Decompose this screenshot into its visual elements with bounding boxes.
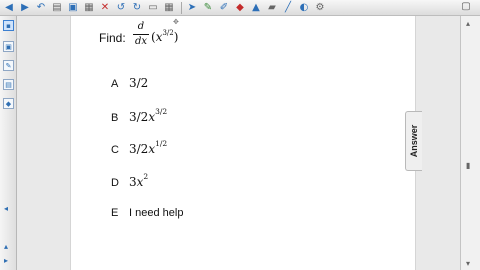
choice-expression: 3/2x3/2 (129, 107, 167, 124)
arrow-right-small-icon[interactable]: ▸ (4, 256, 8, 265)
properties-panel-icon[interactable]: ▤ (3, 79, 14, 90)
highlighter-icon[interactable]: ✐ (217, 1, 231, 14)
gallery-icon[interactable]: ▣ (3, 41, 14, 52)
expression-exponent: 3/2 (162, 29, 174, 37)
arrow-left-icon[interactable]: ◀ (2, 1, 16, 14)
scroll-thumb-icon[interactable]: ▮ (466, 161, 470, 170)
scroll-up-icon[interactable]: ▴ (466, 19, 470, 28)
move-handle-icon[interactable]: ✥ (173, 18, 179, 26)
choice-prefix: 3/2 (129, 142, 149, 156)
line-icon[interactable]: ╱ (281, 1, 295, 14)
choice-text: I need help (129, 207, 184, 219)
reply-icon[interactable]: ↶ (34, 1, 48, 14)
select-icon[interactable]: ➤ (185, 1, 199, 14)
toolbar-collapse-icon[interactable]: ▢ (460, 1, 472, 14)
paste-icon[interactable]: ▦ (82, 1, 96, 14)
choice-b[interactable]: B 3/2x3/2 (111, 107, 167, 124)
attachments-icon[interactable]: ✎ (3, 60, 14, 71)
page-sorter-icon[interactable]: ▪ (3, 20, 14, 31)
table-icon[interactable]: ▦ (162, 1, 176, 14)
derivative-operator: d dx (133, 22, 149, 47)
choice-expression: 3x2 (129, 172, 148, 189)
redo-icon[interactable]: ↻ (130, 1, 144, 14)
left-sidebar: ▪ ▣ ✎ ▤ ◆ ◂ ▴ ▸ (0, 16, 17, 270)
scroll-left-icon[interactable]: ◂ (4, 204, 8, 213)
text-icon[interactable]: ▲ (249, 1, 263, 14)
expression-close-paren: ) (173, 30, 179, 44)
properties-icon[interactable]: ⚙ (313, 1, 327, 14)
choice-c[interactable]: C 3/2x1/2 (111, 139, 167, 156)
question-label: Find: (99, 31, 126, 45)
whiteboard-page[interactable]: Find: d dx (x3/2) ✥ A 3/2 B 3/2x3/2 C 3/… (70, 16, 416, 270)
main-toolbar: ◀ ▶ ↶ ▤ ▣ ▦ ✕ ↺ ↻ ▭ ▦ ➤ ✎ ✐ ◆ ▲ ▰ ╱ ◐ ⚙ … (0, 0, 480, 16)
question-expression: (x3/2) (151, 29, 178, 44)
choice-letter: E (111, 207, 119, 219)
undo-icon[interactable]: ↺ (114, 1, 128, 14)
choice-prefix: 3 (129, 175, 137, 189)
choice-text: 3/2 (129, 76, 149, 90)
choice-exponent: 2 (143, 172, 149, 181)
delete-icon[interactable]: ✕ (98, 1, 112, 14)
arrow-up-icon[interactable]: ▴ (4, 242, 8, 251)
choice-exponent: 1/2 (155, 139, 168, 148)
right-scrollbar[interactable]: ▴ ▮ ▾ (460, 16, 480, 270)
choice-d[interactable]: D 3x2 (111, 172, 148, 189)
choice-letter: A (111, 78, 119, 90)
choice-e[interactable]: E I need help (111, 207, 183, 223)
answer-tab-label: Answer (409, 124, 419, 158)
pen-icon[interactable]: ✎ (201, 1, 215, 14)
shape-icon[interactable]: ◆ (233, 1, 247, 14)
fill-icon[interactable]: ◐ (297, 1, 311, 14)
fraction-bar (133, 34, 149, 35)
screen-icon[interactable]: ▭ (146, 1, 160, 14)
choice-expression: 3/2x1/2 (129, 139, 167, 156)
layout-icon[interactable]: ▤ (50, 1, 64, 14)
choice-exponent: 3/2 (155, 107, 168, 116)
choice-letter: B (111, 112, 119, 124)
eraser-icon[interactable]: ▰ (265, 1, 279, 14)
save-icon[interactable]: ▣ (66, 1, 80, 14)
choice-letter: D (111, 177, 119, 189)
toolbar-divider (181, 1, 182, 14)
derivative-numerator: d (137, 21, 145, 32)
addons-icon[interactable]: ◆ (3, 98, 14, 109)
choice-a[interactable]: A 3/2 (111, 76, 148, 92)
answer-tab[interactable]: Answer (405, 111, 422, 171)
scroll-down-icon[interactable]: ▾ (466, 259, 470, 268)
arrow-right-icon[interactable]: ▶ (18, 1, 32, 14)
derivative-denominator: dx (134, 36, 148, 47)
choice-prefix: 3/2 (129, 110, 149, 124)
choice-letter: C (111, 144, 119, 156)
